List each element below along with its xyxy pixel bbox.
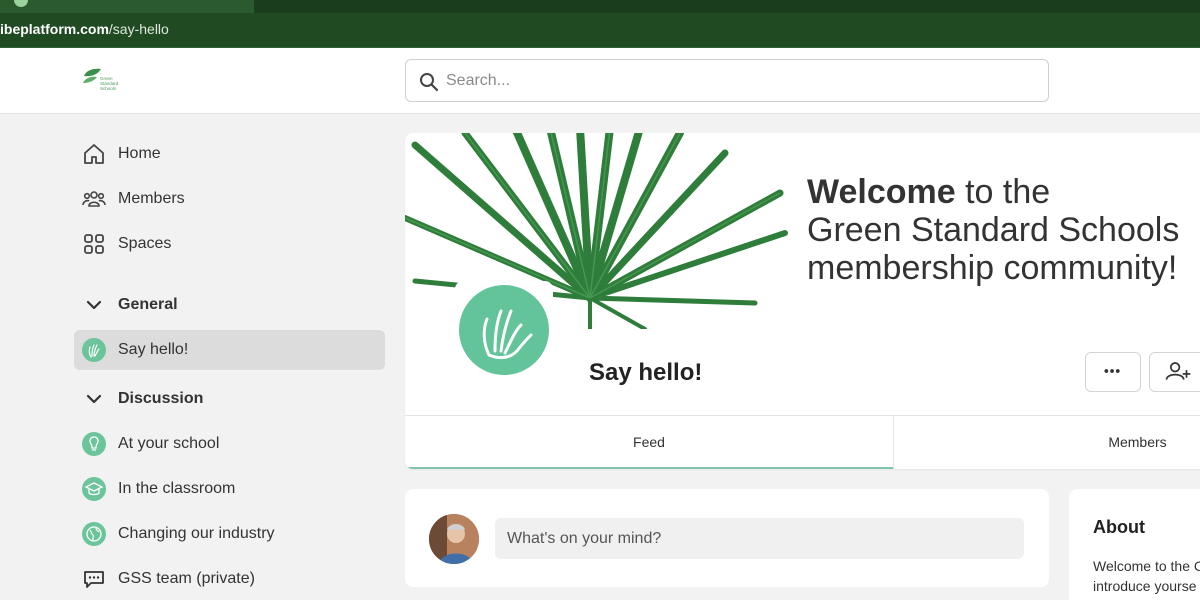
sidebar-item-label: Changing our industry xyxy=(118,525,275,542)
sidebar-item-label: Members xyxy=(118,190,185,207)
sidebar-item-spaces[interactable]: Spaces xyxy=(74,224,385,264)
logo[interactable]: Green Standard Schools xyxy=(82,67,126,97)
space-title: Say hello! xyxy=(589,359,703,386)
section-general-toggle[interactable]: General xyxy=(74,287,385,323)
more-horizontal-icon xyxy=(1104,369,1120,373)
space-avatar xyxy=(455,281,553,379)
join-space-button[interactable] xyxy=(1149,352,1200,392)
hand-icon xyxy=(82,338,106,362)
sidebar-item-in-the-classroom[interactable]: In the classroom xyxy=(74,469,385,509)
favicon-icon xyxy=(14,0,28,7)
about-line2: introduce yourse xyxy=(1093,578,1197,594)
home-icon xyxy=(84,144,104,164)
spaces-icon xyxy=(84,234,104,254)
hand-icon xyxy=(459,285,549,375)
sidebar-item-say-hello[interactable]: Say hello! xyxy=(74,330,385,370)
more-options-button[interactable] xyxy=(1085,352,1141,392)
globe-icon xyxy=(82,522,106,546)
sidebar-item-home[interactable]: Home xyxy=(74,134,385,174)
post-composer xyxy=(405,489,1049,587)
about-title: About xyxy=(1093,517,1145,537)
welcome-line3: membership community! xyxy=(807,249,1178,287)
url-text[interactable]: ibeplatform.com/say-hello xyxy=(0,21,169,37)
tab-feed[interactable]: Feed xyxy=(405,416,893,469)
chevron-down-icon xyxy=(86,300,102,310)
chat-bubble-icon xyxy=(84,571,104,588)
app-header: Green Standard Schools xyxy=(0,48,1200,114)
post-input[interactable] xyxy=(495,518,1024,559)
user-avatar[interactable] xyxy=(429,514,479,564)
address-bar[interactable]: ibeplatform.com/say-hello xyxy=(0,13,1200,48)
section-label: General xyxy=(118,296,178,313)
add-user-icon xyxy=(1165,362,1191,380)
browser-tab-strip xyxy=(0,0,1200,13)
sidebar-item-label: In the classroom xyxy=(118,480,236,497)
search-input[interactable] xyxy=(446,60,1036,101)
section-discussion-toggle[interactable]: Discussion xyxy=(74,381,385,417)
browser-tab[interactable] xyxy=(0,0,254,13)
welcome-heading: Welcome to the Green Standard Schools me… xyxy=(807,173,1179,287)
space-tabs: Feed Members xyxy=(405,415,1200,469)
welcome-line2: Green Standard Schools xyxy=(807,211,1180,249)
space-header-card: Welcome to the Green Standard Schools me… xyxy=(405,133,1200,469)
sidebar: Home Members Spaces General Say hello! D… xyxy=(0,114,400,600)
sidebar-item-at-your-school[interactable]: At your school xyxy=(74,424,385,464)
graduation-cap-icon xyxy=(82,477,106,501)
welcome-line1: to the xyxy=(955,173,1051,211)
welcome-bold: Welcome xyxy=(807,173,956,211)
url-path: /say-hello xyxy=(108,21,169,37)
tab-members[interactable]: Members xyxy=(893,416,1200,469)
members-icon xyxy=(82,191,106,207)
about-text: Welcome to the C introduce yourse xyxy=(1093,556,1200,596)
about-card: About Welcome to the C introduce yourse xyxy=(1069,489,1200,600)
sidebar-item-label: GSS team (private) xyxy=(118,570,255,587)
logo-text: Green Standard Schools xyxy=(100,76,119,91)
url-host: ibeplatform.com xyxy=(0,21,109,37)
section-label: Discussion xyxy=(118,390,204,407)
leaf-logo-icon xyxy=(83,68,101,83)
sidebar-item-label: Spaces xyxy=(118,235,172,252)
chevron-down-icon xyxy=(86,394,102,404)
lightbulb-icon xyxy=(82,432,106,456)
sidebar-item-members[interactable]: Members xyxy=(74,179,385,219)
sidebar-item-label: Home xyxy=(118,145,161,162)
sidebar-item-gss-team[interactable]: GSS team (private) xyxy=(74,559,385,599)
sidebar-item-label: At your school xyxy=(118,435,220,452)
sidebar-item-changing-our-industry[interactable]: Changing our industry xyxy=(74,514,385,554)
search-icon xyxy=(420,73,439,92)
about-line1: Welcome to the C xyxy=(1093,558,1200,574)
sidebar-item-label: Say hello! xyxy=(118,341,189,358)
search-box[interactable] xyxy=(405,59,1049,102)
